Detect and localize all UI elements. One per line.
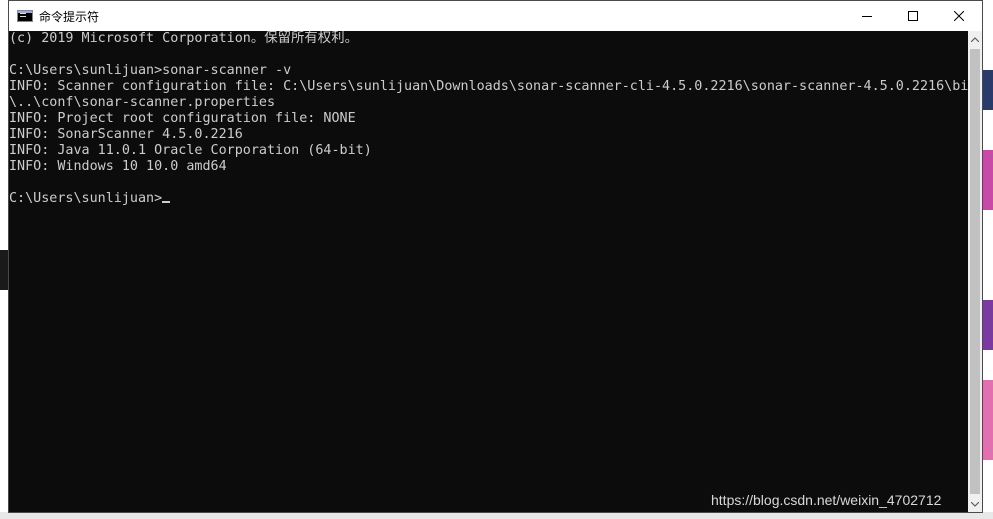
minimize-icon <box>862 16 872 17</box>
close-icon <box>954 11 964 21</box>
text-cursor <box>162 201 171 203</box>
background-dark-strip <box>0 250 8 290</box>
chevron-up-icon <box>971 36 979 42</box>
caption-buttons <box>844 1 982 31</box>
watermark-text: https://blog.csdn.net/weixin_4702712 <box>711 492 942 508</box>
background-window-left <box>0 0 8 519</box>
vertical-scrollbar[interactable] <box>968 31 982 512</box>
maximize-button[interactable] <box>890 1 936 31</box>
console-line: INFO: Java 11.0.1 Oracle Corporation (64… <box>9 143 372 158</box>
minimize-button[interactable] <box>844 1 890 31</box>
background-window-right <box>983 0 993 519</box>
scroll-up-arrow[interactable] <box>968 31 982 47</box>
console-line: INFO: Windows 10 10.0 amd64 <box>9 159 227 174</box>
cmd-window: 命令提示符 (c) 2019 Microsoft Corporation。保留所… <box>8 0 983 513</box>
console-output[interactable]: (c) 2019 Microsoft Corporation。保留所有权利。 C… <box>9 31 971 512</box>
console-line: INFO: Project root configuration file: N… <box>9 111 356 126</box>
title-bar[interactable]: 命令提示符 <box>9 1 982 31</box>
maximize-icon <box>908 11 918 21</box>
scrollbar-thumb[interactable] <box>970 49 980 494</box>
prompt-line[interactable]: C:\Users\sunlijuan> <box>9 191 971 207</box>
console-line: (c) 2019 Microsoft Corporation。保留所有权利。 <box>9 31 358 46</box>
taskbar-fragment <box>0 512 993 519</box>
scroll-down-arrow[interactable] <box>968 496 982 512</box>
cmd-app-icon[interactable] <box>17 10 33 22</box>
console-line: C:\Users\sunlijuan>sonar-scanner -v <box>9 63 292 78</box>
console-line: INFO: Scanner configuration file: C:\Use… <box>9 79 971 94</box>
prompt-text: C:\Users\sunlijuan> <box>9 191 163 206</box>
window-title: 命令提示符 <box>39 9 100 24</box>
console-line: \..\conf\sonar-scanner.properties <box>9 95 276 110</box>
chevron-down-icon <box>971 501 979 507</box>
console-line: INFO: SonarScanner 4.5.0.2216 <box>9 127 243 142</box>
close-button[interactable] <box>936 1 982 31</box>
